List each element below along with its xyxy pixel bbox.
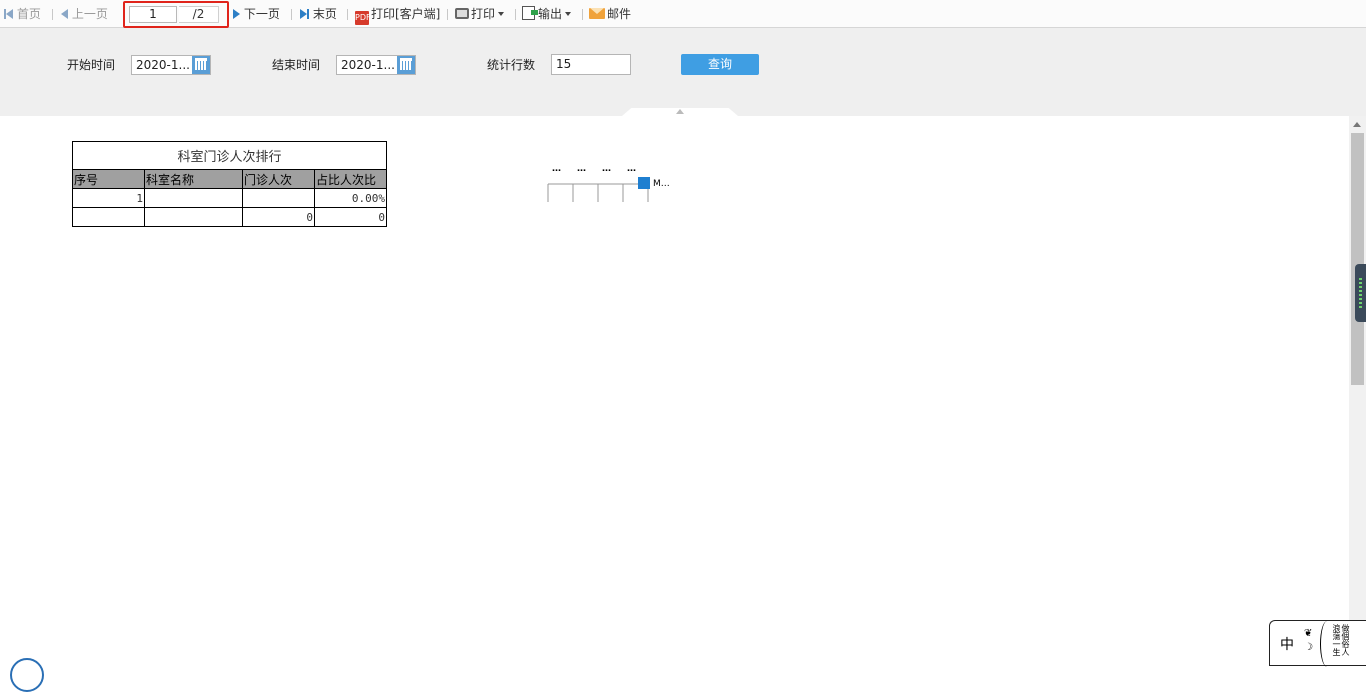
chart-legend-swatch (638, 177, 650, 189)
next-page-label: 下一页 (243, 7, 280, 21)
end-time-field[interactable]: 2020-1... (336, 55, 416, 75)
chart-tick-label: … (627, 164, 636, 174)
table-row: 0 0 (72, 207, 387, 227)
table-cell: 0.00% (314, 188, 387, 208)
next-page-icon (233, 9, 240, 19)
side-panel-handle[interactable] (1355, 264, 1366, 322)
first-page-button[interactable]: 首页 (4, 0, 41, 28)
column-header: 占比人次比 (314, 169, 387, 189)
start-time-field[interactable]: 2020-1... (131, 55, 211, 75)
toolbar-separator (447, 9, 448, 20)
start-time-label: 开始时间 (67, 58, 116, 72)
report-title: 科室门诊人次排行 (72, 141, 387, 170)
prev-page-label: 上一页 (71, 7, 108, 21)
table-cell (144, 188, 243, 208)
last-page-button[interactable]: 末页 (300, 0, 337, 28)
toolbar-separator (582, 9, 583, 20)
first-page-arrow-icon (6, 9, 13, 19)
report-table: 科室门诊人次排行 序号 科室名称 门诊人次 占比人次比 1 0.00% 0 0 (72, 141, 387, 227)
last-page-arrow-icon (300, 9, 307, 19)
table-cell: 1 (72, 188, 145, 208)
chart-tick-label: … (602, 164, 611, 174)
assistant-icon[interactable] (10, 658, 44, 692)
row-count-input[interactable]: 15 (551, 54, 631, 75)
chevron-down-icon (498, 12, 505, 16)
toolbar-separator (291, 9, 292, 20)
table-row: 1 0.00% (72, 188, 387, 208)
table-cell (242, 188, 315, 208)
toolbar-separator (347, 9, 348, 20)
department-chart: … … … … M… (547, 164, 670, 202)
print-button[interactable]: 打印 (455, 0, 505, 28)
mail-icon (589, 8, 605, 19)
print-client-label: 打印[客户端] (371, 7, 441, 21)
chart-tick-label: … (577, 164, 586, 174)
export-button[interactable]: 输出 (522, 0, 572, 28)
moon-icon: ❦ ☽ (1304, 628, 1313, 653)
page-navigator: 1 /2 (123, 1, 229, 28)
row-count-label: 统计行数 (487, 58, 536, 72)
chart-tick-label: … (552, 164, 561, 174)
mail-label: 邮件 (607, 7, 632, 21)
query-button[interactable]: 查询 (681, 54, 759, 75)
calendar-icon[interactable] (397, 56, 415, 74)
scrollbar-thumb[interactable] (1351, 133, 1364, 385)
pdf-print-icon: PDF (355, 11, 371, 25)
column-header: 序号 (72, 169, 145, 189)
table-cell: 0 (242, 207, 315, 227)
chart-legend-label: M… (653, 179, 670, 189)
table-cell (72, 207, 145, 227)
table-header-row: 序号 科室名称 门诊人次 占比人次比 (72, 169, 387, 189)
last-page-icon (307, 9, 309, 19)
toolbar-separator (515, 9, 516, 20)
start-time-value: 2020-1... (136, 58, 190, 72)
ime-skin-text: 做個俗人 浪蕩一生 (1332, 624, 1350, 656)
ime-status-widget[interactable]: 中 ❦ ☽ 做個俗人 浪蕩一生 (1269, 620, 1366, 667)
query-panel: 开始时间 2020-1... 结束时间 2020-1... 统计行数 15 查询 (0, 28, 1366, 116)
export-icon (522, 6, 538, 20)
print-client-button[interactable]: PDF打印[客户端] (355, 0, 440, 28)
end-time-value: 2020-1... (341, 58, 395, 72)
first-page-label: 首页 (16, 7, 41, 21)
current-page-input[interactable]: 1 (129, 6, 177, 23)
printer-icon (455, 8, 469, 19)
print-label: 打印 (471, 7, 496, 21)
ime-mode-label: 中 (1280, 637, 1294, 653)
scroll-up-icon[interactable] (1353, 122, 1361, 127)
report-toolbar: 首页 上一页 1 /2 下一页 末页 PDF打印[客户端] 打印 输出 邮件 (0, 0, 1366, 28)
column-header: 门诊人次 (242, 169, 315, 189)
collapse-panel-toggle[interactable] (622, 108, 738, 116)
next-page-button[interactable]: 下一页 (233, 0, 280, 28)
end-time-label: 结束时间 (272, 58, 321, 72)
table-cell: 0 (314, 207, 387, 227)
chevron-down-icon (565, 12, 572, 16)
prev-page-button[interactable]: 上一页 (61, 0, 108, 28)
vertical-scrollbar[interactable] (1349, 116, 1366, 666)
toolbar-separator (52, 9, 53, 20)
calendar-icon[interactable] (192, 56, 210, 74)
column-header: 科室名称 (144, 169, 243, 189)
prev-page-icon (61, 9, 68, 19)
last-page-label: 末页 (312, 7, 337, 21)
total-pages-label: /2 (179, 6, 219, 23)
export-label: 输出 (538, 7, 563, 21)
table-cell (144, 207, 243, 227)
mail-button[interactable]: 邮件 (589, 0, 631, 28)
